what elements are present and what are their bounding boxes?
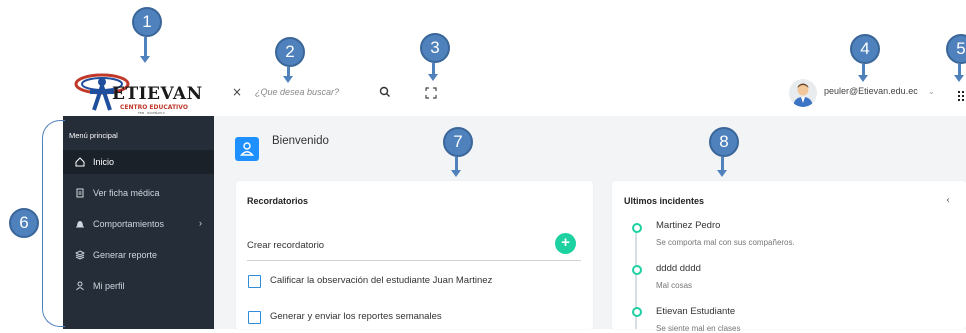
sidebar-item-ficha-medica[interactable]: Ver ficha médica	[63, 181, 214, 205]
chevron-left-icon[interactable]: ‹	[946, 195, 950, 206]
user-email[interactable]: peuler@Etievan.edu.ec	[824, 86, 918, 96]
callout-3: 3	[420, 33, 450, 63]
sidebar-item-label: Ver ficha médica	[93, 188, 160, 198]
brand-subtitle: CENTRO EDUCATIVO	[120, 104, 188, 111]
close-search-icon[interactable]: ×	[232, 85, 242, 99]
reminders-title: Recordatorios	[247, 196, 309, 206]
callout-arrow	[451, 157, 461, 177]
incidents-title: Ultimos incidentes	[624, 196, 705, 206]
callout-4: 4	[850, 34, 880, 64]
callout-1: 1	[132, 7, 162, 37]
bell-icon	[75, 219, 85, 229]
timeline-dot	[632, 307, 642, 317]
fullscreen-icon[interactable]	[424, 85, 438, 99]
sidebar-item-comportamientos[interactable]: Comportamientos ›	[63, 212, 214, 236]
chevron-right-icon: ›	[199, 218, 202, 228]
apps-grid-icon[interactable]	[957, 86, 966, 101]
user-avatar[interactable]	[789, 79, 817, 107]
home-icon	[75, 157, 85, 167]
new-reminder-underline	[247, 260, 581, 261]
incident-description: Mal cosas	[656, 281, 693, 290]
callout-2: 2	[275, 37, 305, 67]
callout-arrow	[858, 64, 868, 82]
sidebar-item-inicio[interactable]: Inicio	[63, 150, 214, 174]
user-menu-caret-icon[interactable]: ⌄	[928, 87, 935, 96]
search-input[interactable]	[255, 84, 365, 100]
callout-7: 7	[443, 127, 473, 157]
etievan-logo[interactable]: ETIEVAN CENTRO EDUCATIVO FEM · RUMIÑAHUI	[72, 70, 212, 115]
sidebar-item-label: Generar reporte	[93, 250, 158, 260]
reminder-text: Calificar la observación del estudiante …	[270, 275, 493, 286]
layers-icon	[74, 250, 86, 260]
callout-arrow	[717, 157, 727, 177]
callout-arrow	[428, 63, 438, 81]
sidebar-item-label: Mi perfil	[93, 281, 125, 291]
reminder-checkbox[interactable]	[248, 311, 261, 324]
timeline-dot	[632, 223, 642, 233]
add-reminder-button[interactable]: +	[555, 233, 576, 254]
sidebar-callout-bracket	[42, 120, 65, 327]
callout-6: 6	[9, 208, 39, 238]
sidebar-item-generar-reporte[interactable]: Generar reporte	[63, 243, 214, 267]
welcome-user-icon	[235, 137, 259, 161]
incident-student-name[interactable]: Etievan Estudiante	[656, 306, 735, 317]
timeline-dot	[632, 265, 642, 275]
incident-student-name[interactable]: Martinez Pedro	[656, 220, 720, 231]
search-icon[interactable]	[378, 84, 392, 98]
page-title: Bienvenido	[272, 135, 329, 147]
brand-tagline: FEM · RUMIÑAHUI	[138, 111, 165, 115]
sidebar-title: Menú principal	[69, 131, 118, 140]
sidebar-item-mi-perfil[interactable]: Mi perfil	[63, 274, 214, 298]
sidebar: Menú principal Inicio Ver ficha médica C…	[63, 116, 214, 329]
sidebar-item-label: Comportamientos	[93, 219, 165, 229]
incident-description: Se comporta mal con sus compañeros.	[656, 238, 795, 247]
callout-arrow	[283, 67, 293, 83]
clipboard-icon	[75, 188, 85, 198]
callout-8: 8	[709, 127, 739, 157]
reminder-checkbox[interactable]	[248, 275, 261, 288]
callout-arrow	[140, 37, 150, 63]
sidebar-item-label: Inicio	[93, 157, 115, 167]
reminder-text: Generar y enviar los reportes semanales	[270, 311, 442, 322]
brand-name: ETIEVAN	[112, 84, 203, 104]
new-reminder-input[interactable]: Crear recordatorio	[247, 240, 324, 251]
callout-arrow	[954, 64, 964, 82]
incident-student-name[interactable]: dddd dddd	[656, 263, 701, 274]
user-icon	[75, 281, 85, 291]
